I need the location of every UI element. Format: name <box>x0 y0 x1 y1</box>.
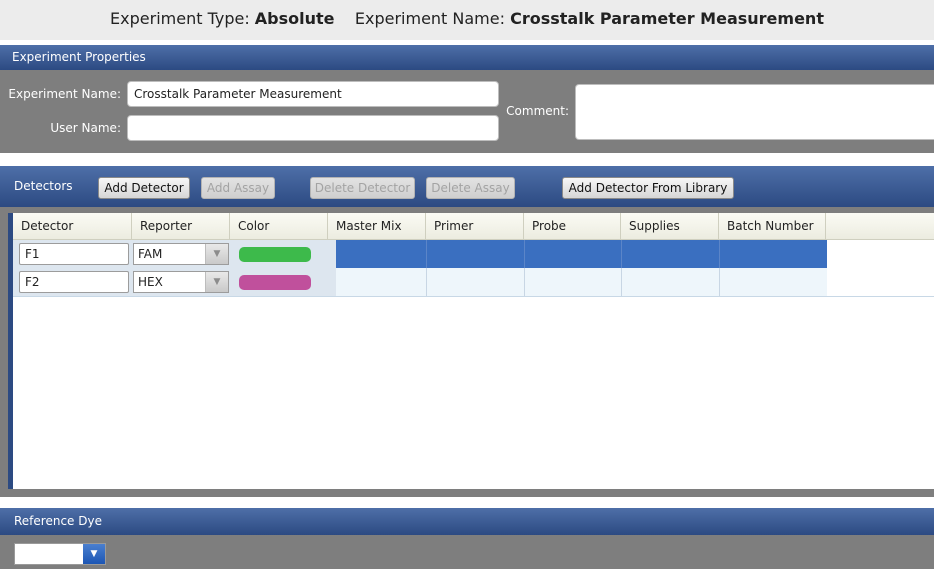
color-swatch[interactable] <box>239 275 311 290</box>
detector-name-input[interactable]: F1 <box>19 243 129 265</box>
experiment-name-label: Experiment Name: <box>354 9 505 28</box>
reference-dye-header: Reference Dye <box>0 508 934 535</box>
detectors-grid-header: Detector Reporter Color Master Mix Prime… <box>13 213 934 240</box>
delete-detector-button[interactable]: Delete Detector <box>310 177 415 199</box>
comment-input[interactable] <box>575 84 934 140</box>
experiment-type-value: Absolute <box>254 9 335 28</box>
experiment-properties-title: Experiment Properties <box>12 50 146 64</box>
add-assay-button[interactable]: Add Assay <box>201 177 275 199</box>
reference-dye-title: Reference Dye <box>14 514 102 528</box>
column-header-reporter[interactable]: Reporter <box>132 213 230 239</box>
experiment-properties-panel: Experiment Name: Crosstalk Parameter Mea… <box>0 70 934 153</box>
comment-field-label: Comment: <box>506 104 569 118</box>
delete-assay-button[interactable]: Delete Assay <box>426 177 515 199</box>
reporter-select[interactable]: HEX ▼ <box>133 271 229 293</box>
reference-dye-panel <box>0 535 934 569</box>
column-header-supplies[interactable]: Supplies <box>621 213 719 239</box>
user-name-input[interactable] <box>127 115 499 141</box>
experiment-properties-header: Experiment Properties <box>0 45 934 70</box>
chevron-down-icon[interactable]: ▼ <box>205 244 228 264</box>
column-header-probe[interactable]: Probe <box>524 213 621 239</box>
experiment-name-field-label: Experiment Name: <box>8 87 121 101</box>
column-header-batch-number[interactable]: Batch Number <box>719 213 826 239</box>
experiment-name-value: Crosstalk Parameter Measurement <box>510 9 824 28</box>
color-swatch[interactable] <box>239 247 311 262</box>
add-detector-from-library-button[interactable]: Add Detector From Library <box>562 177 734 199</box>
detector-name-input[interactable]: F2 <box>19 271 129 293</box>
experiment-type-label: Experiment Type: <box>110 9 250 28</box>
experiment-name-input[interactable]: Crosstalk Parameter Measurement <box>127 81 499 107</box>
column-header-detector[interactable]: Detector <box>13 213 132 239</box>
table-row-selected[interactable]: F1 FAM ▼ <box>13 240 934 268</box>
reporter-select[interactable]: FAM ▼ <box>133 243 229 265</box>
chevron-down-icon[interactable]: ▼ <box>83 544 105 564</box>
reporter-select-value: HEX <box>138 275 163 289</box>
table-row[interactable]: F2 HEX ▼ <box>13 268 934 297</box>
experiment-header: Experiment Type: Absolute Experiment Nam… <box>0 0 934 40</box>
reporter-select-value: FAM <box>138 247 163 261</box>
user-name-field-label: User Name: <box>50 121 121 135</box>
column-header-primer[interactable]: Primer <box>426 213 524 239</box>
detectors-title: Detectors <box>14 179 73 193</box>
add-detector-button[interactable]: Add Detector <box>98 177 190 199</box>
chevron-down-icon[interactable]: ▼ <box>205 272 228 292</box>
detectors-grid: Detector Reporter Color Master Mix Prime… <box>8 213 934 489</box>
column-header-master-mix[interactable]: Master Mix <box>328 213 426 239</box>
column-header-color[interactable]: Color <box>230 213 328 239</box>
reference-dye-select[interactable]: ▼ <box>14 543 106 565</box>
